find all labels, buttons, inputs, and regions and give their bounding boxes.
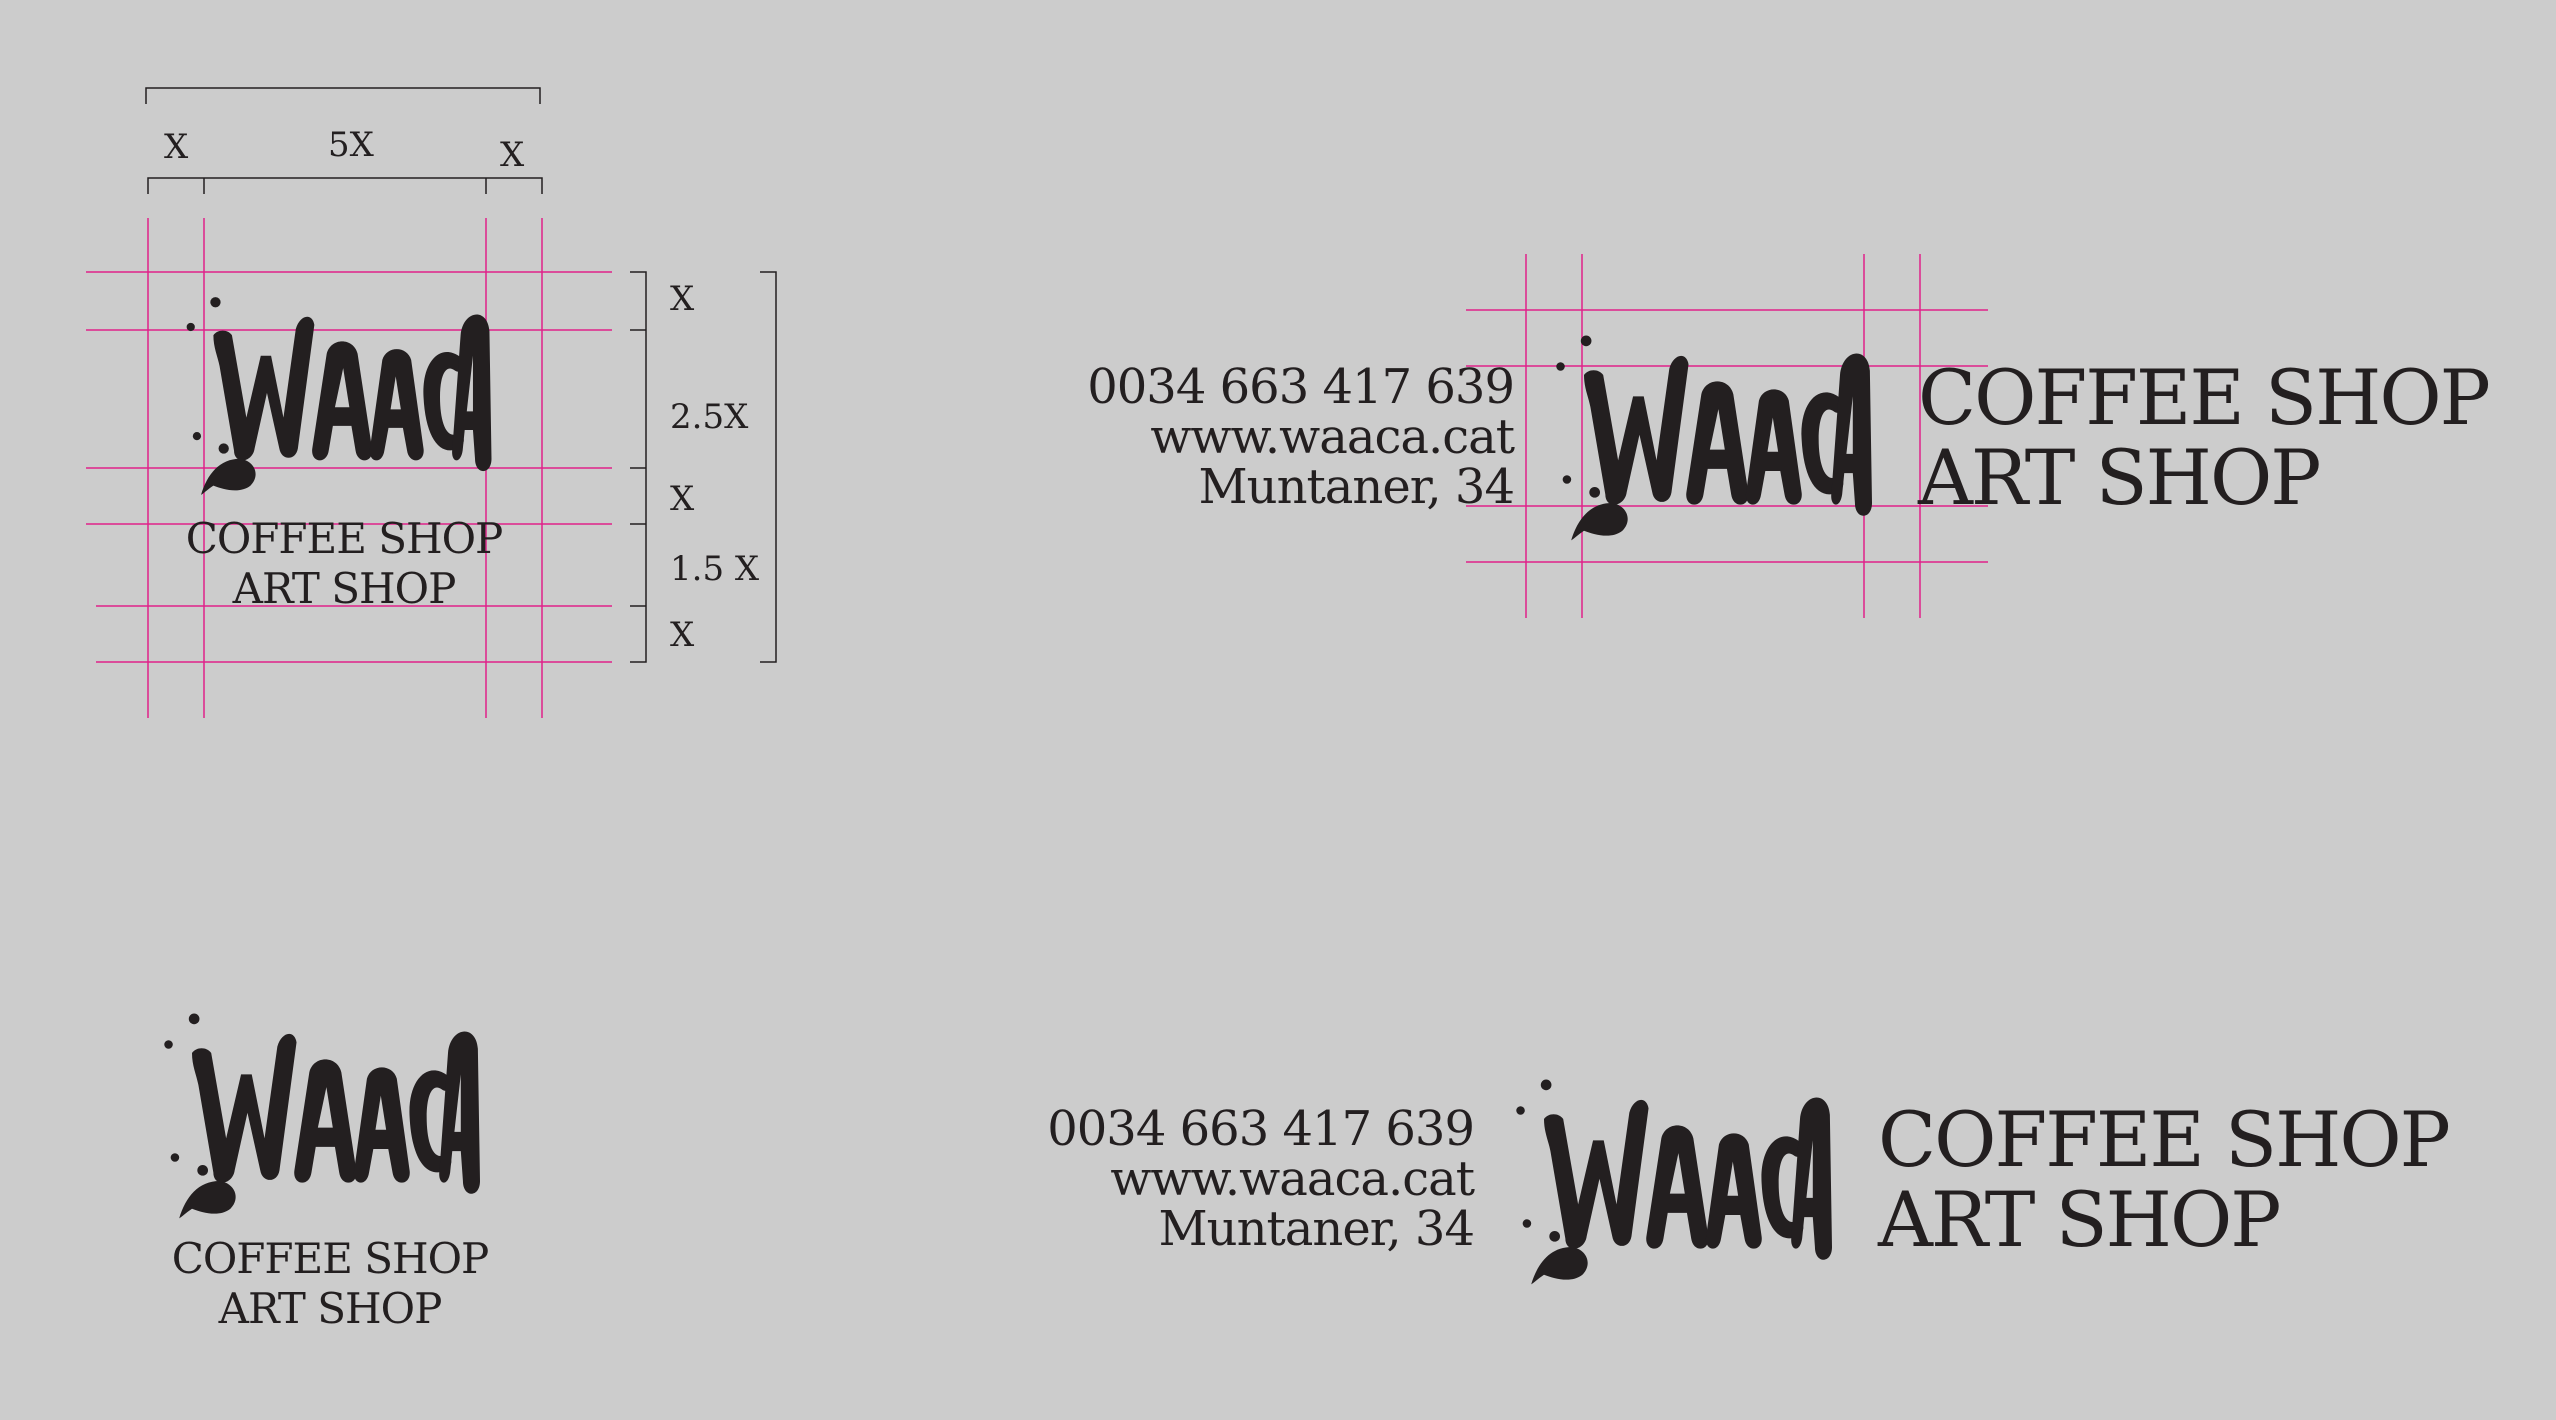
waaca-logo-icon: [172, 294, 502, 500]
tagline-line-2: ART SHOP: [218, 1284, 443, 1333]
contact-address: Muntaner, 34: [1158, 1201, 1475, 1257]
tagline-line-2: ART SHOP: [232, 564, 457, 613]
tagline-line-1: COFFEE SHOP: [1878, 1095, 2451, 1184]
height-label-4: 1.5 X: [670, 549, 760, 589]
height-label-3: X: [670, 479, 695, 519]
waaca-logo-icon: [1512, 1076, 1832, 1290]
contact-phone: 0034 663 417 639: [1047, 1101, 1475, 1157]
height-label-1: X: [670, 279, 695, 319]
contact-phone: 0034 663 417 639: [1087, 359, 1515, 415]
contact-web: www.waaca.cat: [1150, 409, 1515, 465]
contact-web: www.waaca.cat: [1110, 1151, 1475, 1207]
tagline-stacked: COFFEE SHOP ART SHOP: [170, 1234, 490, 1334]
width-label-left: X: [164, 127, 189, 167]
height-label-5: X: [670, 615, 695, 655]
contact-block: 0034 663 417 639 www.waaca.cat Muntaner,…: [1020, 1101, 1475, 1257]
tagline-stacked-construction: COFFEE SHOP ART SHOP: [184, 514, 504, 614]
tagline-horizontal-construction: COFFEE SHOP ART SHOP: [1918, 358, 2538, 518]
tagline-line-2: ART SHOP: [1918, 433, 2321, 522]
contact-address: Muntaner, 34: [1198, 459, 1515, 515]
width-label-center: 5X: [328, 125, 374, 165]
contact-block-construction: 0034 663 417 639 www.waaca.cat Muntaner,…: [1060, 359, 1515, 515]
tagline-line-1: COFFEE SHOP: [185, 514, 504, 563]
tagline-line-2: ART SHOP: [1878, 1175, 2281, 1264]
width-label-right: X: [500, 135, 525, 175]
waaca-logo-icon: [160, 1010, 480, 1224]
height-label-2: 2.5X: [670, 397, 749, 437]
tagline-line-1: COFFEE SHOP: [171, 1234, 490, 1283]
tagline-horizontal: COFFEE SHOP ART SHOP: [1878, 1100, 2498, 1260]
tagline-line-1: COFFEE SHOP: [1918, 353, 2491, 442]
waaca-logo-icon: [1552, 332, 1872, 546]
